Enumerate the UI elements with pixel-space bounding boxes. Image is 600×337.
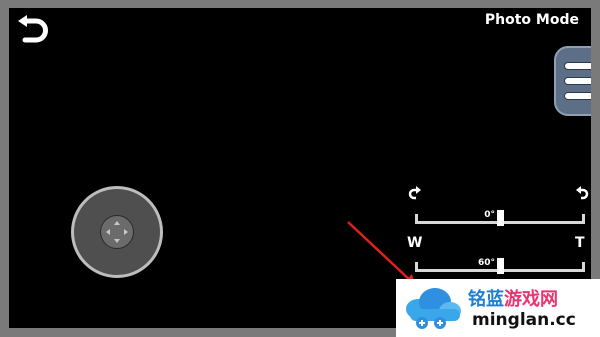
hamburger-menu-icon — [564, 77, 591, 85]
slider-end-cap — [415, 262, 418, 272]
watermark-title-part2: 游戏网 — [504, 289, 558, 310]
watermark-url: minglan.cc — [472, 310, 576, 330]
rotation-slider-thumb[interactable] — [497, 210, 504, 226]
hamburger-menu-icon — [564, 62, 591, 70]
virtual-joystick[interactable] — [71, 186, 163, 278]
rotate-counterclockwise-icon[interactable] — [574, 186, 590, 202]
zoom-slider-thumb[interactable] — [497, 258, 504, 274]
dpad-left-arrow-icon — [106, 229, 110, 235]
zoom-value-label: 60° — [477, 258, 495, 268]
watermark-title-part1: 铭蓝 — [468, 289, 504, 310]
watermark-title: 铭蓝游戏网 — [468, 285, 558, 311]
rotate-clockwise-icon[interactable] — [407, 186, 423, 202]
slider-end-cap — [582, 214, 585, 224]
back-arrow-icon[interactable] — [15, 14, 49, 48]
hamburger-menu-icon — [564, 92, 591, 100]
cloud-logo-icon — [406, 288, 461, 329]
rotation-slider[interactable]: 0° — [415, 208, 585, 226]
slider-end-cap — [415, 214, 418, 224]
dpad-right-arrow-icon — [124, 229, 128, 235]
zoom-tele-label[interactable]: T — [575, 235, 585, 251]
zoom-wide-label[interactable]: W — [407, 235, 422, 251]
rotation-value-label: 0° — [484, 210, 495, 220]
dpad-down-arrow-icon — [114, 239, 120, 243]
dpad-up-arrow-icon — [114, 221, 120, 225]
site-watermark: 铭蓝游戏网 minglan.cc — [396, 279, 600, 337]
menu-button[interactable] — [554, 46, 591, 116]
slider-end-cap — [582, 262, 585, 272]
joystick-knob[interactable] — [100, 215, 134, 249]
mode-label: Photo Mode — [484, 12, 579, 28]
zoom-slider[interactable]: 60° — [415, 256, 585, 274]
